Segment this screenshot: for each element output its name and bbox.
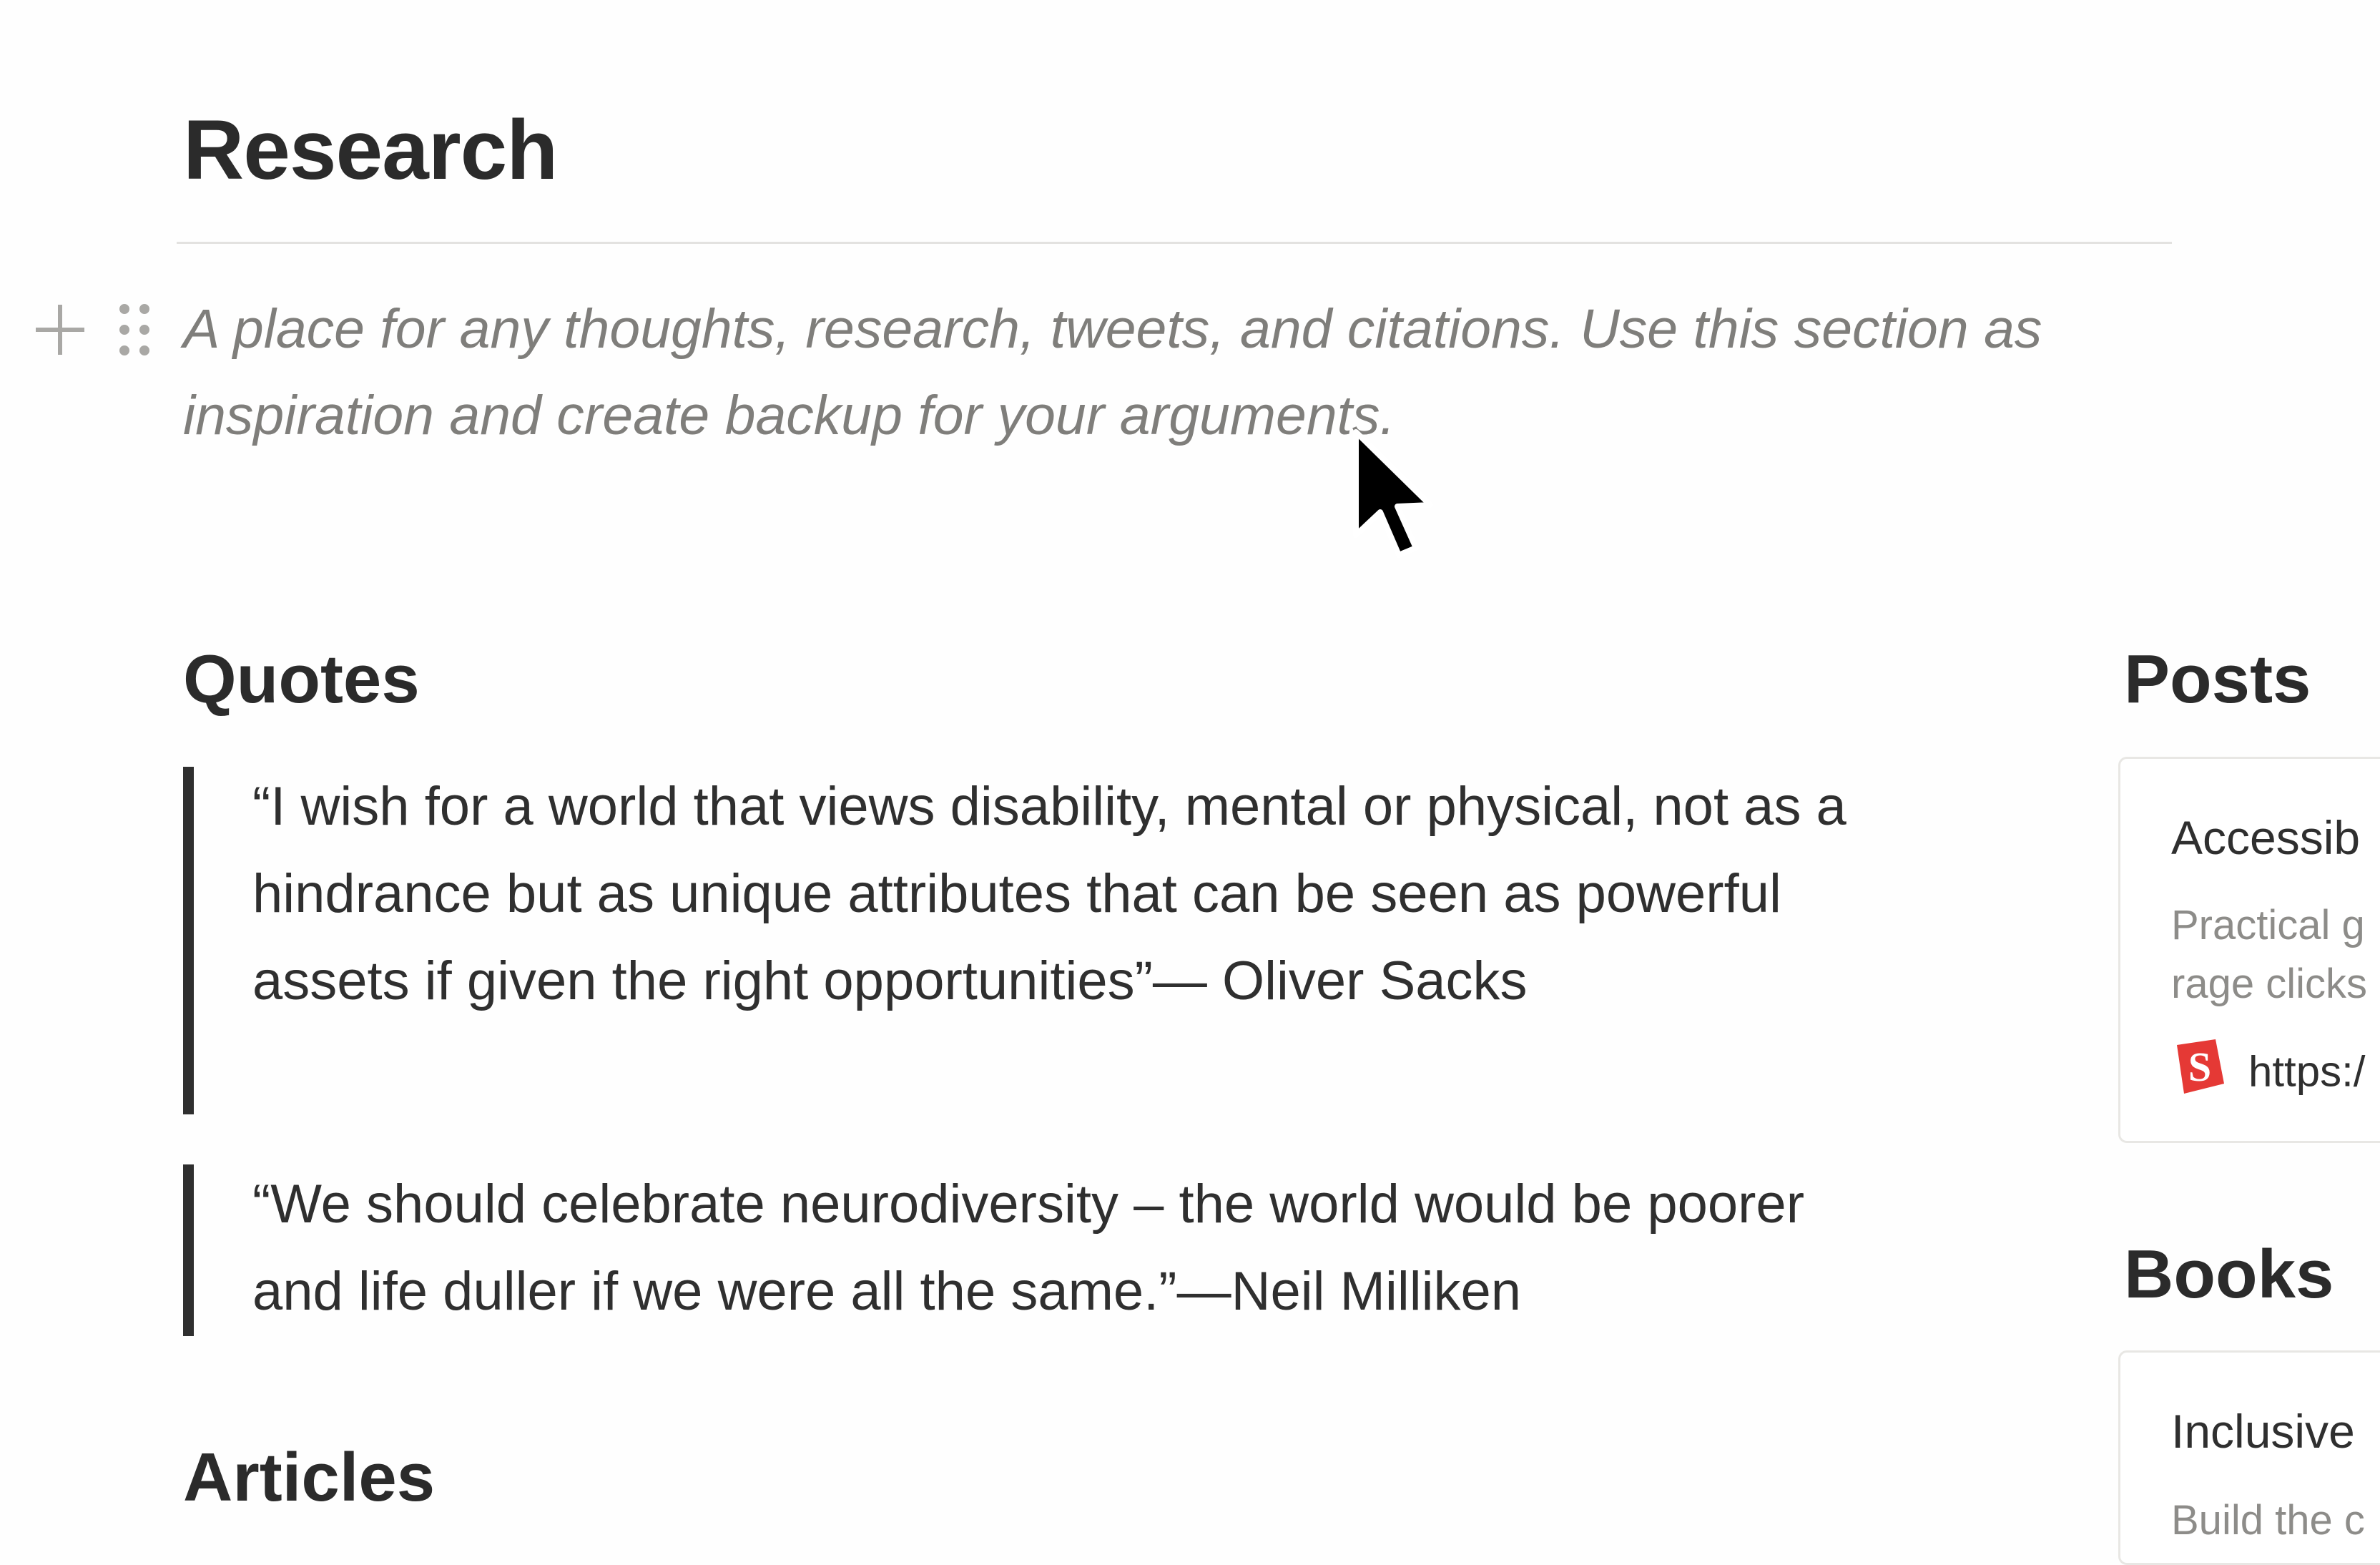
card-description: Practical g: [2171, 902, 2365, 948]
svg-text:S: S: [2188, 1044, 2211, 1090]
quote-text: “I wish for a world that views disabilit…: [252, 776, 1847, 1011]
card-title: Accessib: [2171, 811, 2361, 864]
card-url: https:/: [2248, 1047, 2366, 1096]
quote-text: “We should celebrate neurodiversity – th…: [252, 1174, 1805, 1322]
post-card[interactable]: Accessib Practical g rage clicks S https…: [2118, 757, 2380, 1143]
smashing-magazine-icon: S: [2171, 1038, 2228, 1105]
page-title[interactable]: Research: [183, 100, 558, 200]
quote-block[interactable]: “I wish for a world that views disabilit…: [183, 767, 1899, 1114]
posts-heading[interactable]: Posts: [2124, 637, 2311, 722]
articles-heading[interactable]: Articles: [183, 1435, 435, 1521]
drag-handle-icon[interactable]: [114, 299, 154, 360]
page-description[interactable]: A place for any thoughts, research, twee…: [183, 286, 2157, 459]
mouse-cursor-icon: [1350, 428, 1436, 571]
books-heading[interactable]: Books: [2124, 1232, 2334, 1318]
card-title: Inclusive: [2171, 1405, 2355, 1458]
card-description: rage clicks: [2171, 961, 2367, 1007]
quote-block[interactable]: “We should celebrate neurodiversity – th…: [183, 1164, 1899, 1336]
card-link[interactable]: S https:/: [2171, 1038, 2365, 1105]
add-block-icon[interactable]: [34, 299, 86, 360]
book-card[interactable]: Inclusive Build the c: [2118, 1350, 2380, 1565]
divider: [177, 242, 2172, 244]
card-description: Build the c: [2171, 1497, 2365, 1544]
quotes-heading[interactable]: Quotes: [183, 637, 420, 722]
